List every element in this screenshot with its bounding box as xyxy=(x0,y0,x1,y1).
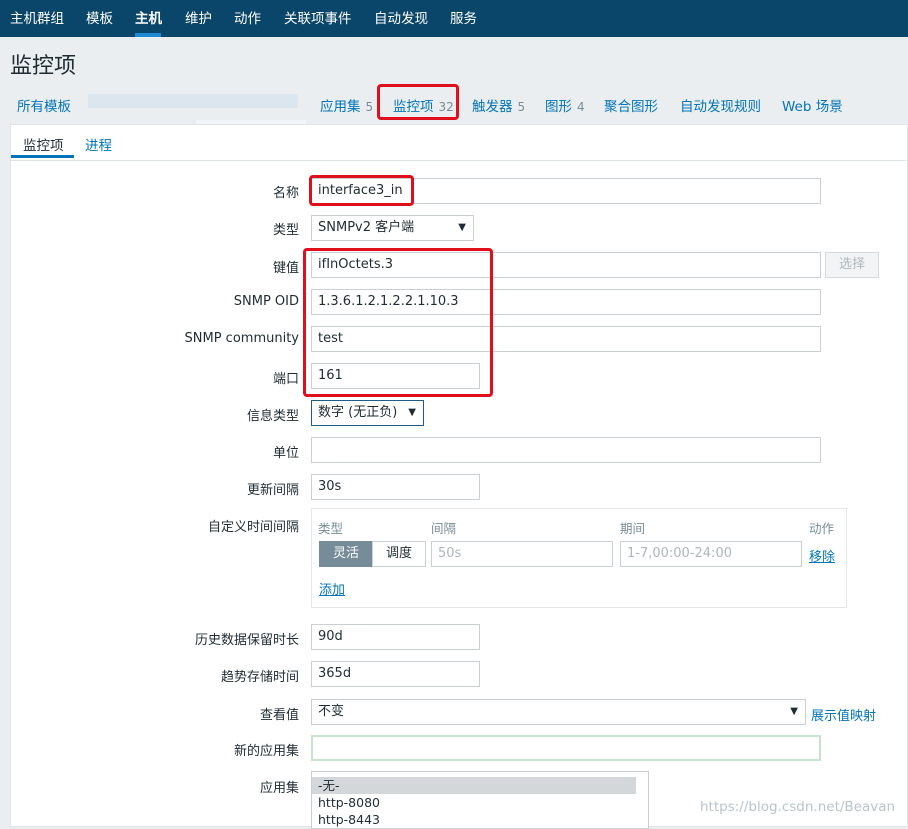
crumb-triggers-count: 5 xyxy=(517,100,526,114)
highlight-box-snmp-fields xyxy=(303,248,493,397)
units-input[interactable] xyxy=(311,437,821,463)
custom-period-input[interactable]: 1-7,00:00-24:00 xyxy=(620,541,802,567)
value-mapping-link[interactable]: 展示值映射 xyxy=(811,705,876,724)
add-interval-link[interactable]: 添加 xyxy=(319,579,345,598)
dropdown-arrow-icon: ▼ xyxy=(790,706,798,717)
scheduling-toggle[interactable]: 调度 xyxy=(372,541,426,567)
snmp-oid-label: SNMP OID xyxy=(233,294,299,309)
crumb-graphs[interactable]: 图形 4 xyxy=(545,95,585,115)
crumb-graphs-count: 4 xyxy=(577,100,585,114)
tab-items[interactable]: 监控项 xyxy=(23,134,64,154)
key-label: 键值 xyxy=(272,261,299,276)
crumb-triggers[interactable]: 触发器 5 xyxy=(472,95,525,115)
applications-listbox[interactable]: -无- http-8080 http-8443 xyxy=(311,771,649,829)
new-application-input[interactable] xyxy=(311,735,821,761)
app-option-none[interactable]: -无- xyxy=(312,777,636,794)
new-application-label: 新的应用集 xyxy=(233,744,299,759)
name-label: 名称 xyxy=(272,186,299,201)
page-title: 监控项 xyxy=(10,54,77,79)
nav-active-indicator xyxy=(135,33,161,37)
show-value-select-value: 不变 xyxy=(318,704,345,719)
trends-label: 趋势存储时间 xyxy=(220,670,299,685)
nav-templates[interactable]: 模板 xyxy=(86,0,113,37)
watermark: https://blog.csdn.net/Beavan xyxy=(700,799,896,815)
show-value-select[interactable]: 不变 ▼ xyxy=(311,699,806,725)
history-label: 历史数据保留时长 xyxy=(194,633,299,648)
crumb-applications-count: 5 xyxy=(365,100,374,114)
highlight-box-items-tab xyxy=(377,84,459,120)
update-interval-input[interactable]: 30s xyxy=(311,474,480,500)
nav-maintenance[interactable]: 维护 xyxy=(185,0,212,37)
host-breadcrumb: 所有模板 应用集 5 监控项 32 触发器 5 图形 4 聚合图形 自动发现规则 Web… xyxy=(0,84,908,126)
info-type-select[interactable]: 数字 (无正负) ▼ xyxy=(311,400,424,426)
nav-event-correlation[interactable]: 关联项事件 xyxy=(284,0,352,37)
app-option-http-8080[interactable]: http-8080 xyxy=(312,794,648,811)
select-key-button[interactable]: 选择 xyxy=(825,252,879,278)
highlight-box-name xyxy=(309,175,414,206)
custom-interval-input[interactable]: 50s xyxy=(431,541,613,567)
flexible-toggle[interactable]: 灵活 xyxy=(319,541,373,567)
snmp-community-label: SNMP community xyxy=(184,331,299,346)
units-label: 单位 xyxy=(272,446,299,461)
crumb-applications-label: 应用集 xyxy=(320,99,361,115)
col-interval: 间隔 xyxy=(431,521,457,536)
info-type-select-value: 数字 (无正负) xyxy=(318,405,398,420)
dropdown-arrow-icon: ▼ xyxy=(408,407,416,418)
nav-services[interactable]: 服务 xyxy=(450,0,477,37)
col-type: 类型 xyxy=(318,521,344,536)
remove-link[interactable]: 移除 xyxy=(809,546,835,565)
crumb-triggers-label: 触发器 xyxy=(472,99,513,115)
active-tab-indicator xyxy=(11,155,74,158)
type-select-value: SNMPv2 客户端 xyxy=(318,220,415,235)
dropdown-arrow-icon: ▼ xyxy=(458,222,466,233)
top-navigation: 主机群组 模板 主机 维护 动作 关联项事件 自动发现 服务 xyxy=(0,0,908,37)
tab-separator xyxy=(11,160,907,161)
history-input[interactable]: 90d xyxy=(311,624,480,650)
custom-intervals-table: 类型 间隔 期间 动作 灵活 调度 50s 1-7,00:00-24:00 移除… xyxy=(311,508,847,608)
col-action: 动作 xyxy=(809,521,835,536)
type-select[interactable]: SNMPv2 客户端 ▼ xyxy=(311,215,474,241)
nav-hosts[interactable]: 主机 xyxy=(135,0,162,37)
nav-discovery[interactable]: 自动发现 xyxy=(374,0,428,37)
custom-intervals-label: 自定义时间间隔 xyxy=(207,520,299,535)
type-label: 类型 xyxy=(272,223,299,238)
redacted-host-name xyxy=(88,94,298,108)
app-option-http-8443[interactable]: http-8443 xyxy=(312,811,648,828)
crumb-applications[interactable]: 应用集 5 xyxy=(320,95,373,115)
crumb-all-templates[interactable]: 所有模板 xyxy=(17,95,71,115)
applications-label: 应用集 xyxy=(259,781,299,796)
item-form-panel: 监控项 进程 名称 interface3_in 类型 SNMPv2 客户端 ▼ 键… xyxy=(10,124,908,829)
crumb-discovery-rules[interactable]: 自动发现规则 xyxy=(680,95,761,115)
nav-actions[interactable]: 动作 xyxy=(234,0,261,37)
info-type-label: 信息类型 xyxy=(246,409,299,424)
trends-input[interactable]: 365d xyxy=(311,661,480,687)
crumb-screens[interactable]: 聚合图形 xyxy=(604,95,658,115)
crumb-graphs-label: 图形 xyxy=(545,99,572,115)
update-interval-label: 更新间隔 xyxy=(246,483,299,498)
show-value-label: 查看值 xyxy=(259,708,299,723)
port-label: 端口 xyxy=(272,372,299,387)
crumb-web-scenarios[interactable]: Web 场景 xyxy=(782,95,843,115)
tab-preprocessing[interactable]: 进程 xyxy=(85,134,112,154)
nav-host-groups[interactable]: 主机群组 xyxy=(10,0,64,37)
col-period: 期间 xyxy=(620,521,646,536)
